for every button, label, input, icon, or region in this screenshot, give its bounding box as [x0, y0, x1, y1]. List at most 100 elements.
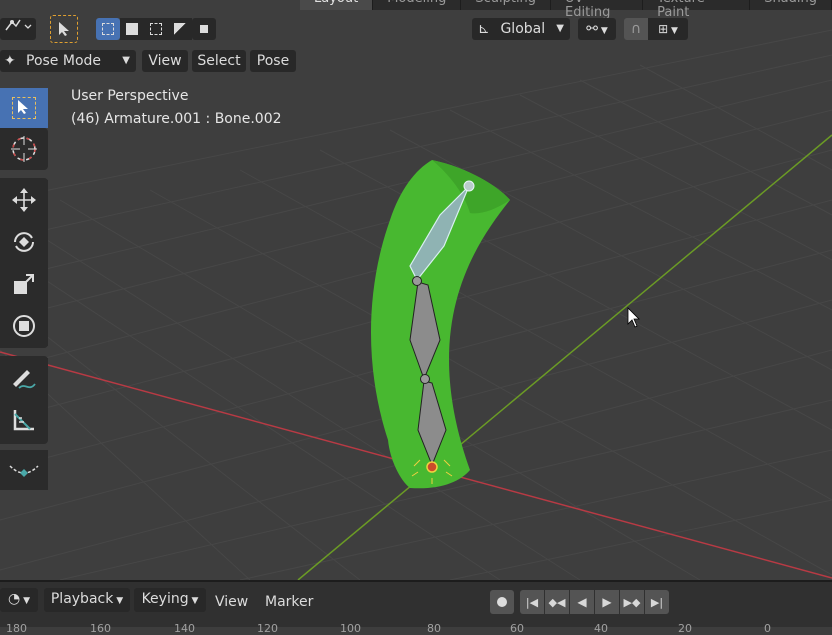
transform-icon — [13, 315, 35, 337]
rotate-icon — [14, 232, 34, 252]
viewport-header-menus: ✦ Pose Mode ▼ View Select Pose — [0, 48, 832, 74]
bone-tools-group — [0, 450, 48, 490]
select-intersect-icon — [200, 25, 208, 33]
jump-to-start-button[interactable]: |◀ — [520, 590, 544, 614]
select-new-icon — [102, 23, 114, 35]
jump-to-end-button[interactable]: ▶| — [645, 590, 669, 614]
chevron-down-icon: ▼ — [113, 596, 124, 606]
mouse-cursor — [627, 307, 640, 328]
timeline-editor: ◔ ▼ Playback ▼ Keying ▼ View Marker |◀ ◆… — [0, 580, 832, 635]
annotate-tools-group — [0, 356, 48, 444]
pose-mode-icon: ✦ — [4, 53, 16, 69]
pivot-icon: ⚯ — [586, 21, 598, 37]
tool-bone-roll[interactable] — [0, 450, 48, 490]
bone-joint[interactable] — [412, 276, 422, 286]
auto-keying-toggle[interactable] — [490, 590, 514, 614]
timeline-editor-type-button[interactable]: ◔ ▼ — [0, 588, 38, 612]
bone-curve-icon — [9, 465, 39, 477]
tab-modeling[interactable]: Modeling — [373, 0, 462, 10]
tool-scale[interactable] — [0, 264, 48, 304]
ruler-label: 80 — [427, 622, 441, 635]
ruler-label: 60 — [510, 622, 524, 635]
mode-label: Pose Mode — [26, 53, 102, 69]
annotate-pencil-icon — [13, 370, 36, 389]
chevron-down-icon: ▼ — [188, 596, 199, 606]
chevron-down-icon: ▼ — [597, 26, 608, 36]
3d-viewport[interactable] — [0, 0, 832, 580]
jump-end-icon: ▶| — [650, 595, 664, 609]
select-box-mode-extend[interactable] — [120, 18, 144, 40]
select-extend-icon — [126, 23, 138, 35]
transform-tools-group — [0, 178, 48, 348]
timeline-menu-view[interactable]: View — [215, 590, 248, 614]
ruler-label: 100 — [340, 622, 361, 635]
editor-type-button[interactable] — [0, 18, 36, 40]
bone-joint[interactable] — [420, 374, 430, 384]
chevron-down-icon: ▼ — [20, 596, 30, 606]
timeline-menu-marker[interactable]: Marker — [265, 590, 313, 614]
ruler-label: 140 — [174, 622, 195, 635]
cursor-icon — [11, 136, 37, 162]
view-name-label: User Perspective — [71, 88, 189, 104]
jump-to-next-keyframe-button[interactable]: ▶◆ — [620, 590, 644, 614]
play-icon: ▶ — [602, 595, 612, 609]
ruler-label: 120 — [257, 622, 278, 635]
tab-shading[interactable]: Shading — [750, 0, 832, 10]
keying-menu[interactable]: Keying ▼ — [134, 588, 206, 612]
tool-select-box[interactable] — [0, 88, 48, 128]
pivot-point-dropdown[interactable]: ⚯ ▼ — [578, 18, 616, 40]
snap-toggle[interactable]: ∩ — [624, 18, 648, 40]
playback-menu[interactable]: Playback ▼ — [44, 588, 130, 612]
snap-target-dropdown[interactable]: ⊞ ▼ — [648, 18, 688, 40]
select-box-mode-invert[interactable] — [168, 18, 192, 40]
prev-keyframe-icon: ◆◀ — [548, 595, 566, 609]
ruler-label: 40 — [594, 622, 608, 635]
select-box-mode-subtract[interactable] — [144, 18, 168, 40]
ruler-label: 160 — [90, 622, 111, 635]
transform-orientation-dropdown[interactable]: ⊾ Global ▼ — [472, 18, 570, 40]
select-mode-tweak-button[interactable] — [50, 15, 78, 43]
ruler-label: 180 — [6, 622, 27, 635]
select-box-mode-intersect[interactable] — [192, 18, 216, 40]
select-subtract-icon — [150, 23, 162, 35]
tool-transform[interactable] — [0, 306, 48, 346]
orientation-icon: ⊾ — [478, 21, 490, 37]
chevron-down-icon: ▼ — [122, 55, 130, 66]
chevron-down-icon: ▼ — [556, 23, 564, 34]
tab-uv-editing[interactable]: UV Editing — [551, 0, 644, 20]
frame-ruler[interactable]: 180 160 140 120 100 80 60 40 20 0 — [0, 622, 832, 635]
playback-label: Playback — [50, 591, 114, 607]
tab-layout[interactable]: Layout — [300, 0, 374, 10]
menu-pose[interactable]: Pose — [250, 50, 296, 72]
scale-icon — [14, 274, 34, 294]
ruler-label: 0 — [764, 622, 771, 635]
jump-to-previous-keyframe-button[interactable]: ◆◀ — [545, 590, 569, 614]
select-box-mode-new[interactable] — [96, 18, 120, 40]
tab-texture-paint[interactable]: Texture Paint — [643, 0, 751, 20]
menu-view[interactable]: View — [142, 50, 188, 72]
select-box-icon — [12, 97, 36, 119]
viewport-canvas[interactable] — [0, 0, 832, 580]
tool-cursor[interactable] — [0, 128, 48, 170]
record-icon — [497, 597, 507, 607]
jump-start-icon: |◀ — [525, 595, 539, 609]
tool-annotate[interactable] — [0, 358, 48, 398]
bone-tail-joint[interactable] — [463, 180, 475, 192]
tool-measure[interactable] — [0, 400, 48, 440]
select-invert-icon — [174, 23, 186, 35]
magnet-icon: ∩ — [630, 21, 642, 37]
tool-rotate[interactable] — [0, 222, 48, 262]
play-reverse-icon: ◀ — [577, 595, 587, 609]
clock-icon: ◔ — [7, 591, 21, 607]
play-button[interactable]: ▶ — [595, 590, 619, 614]
play-reverse-button[interactable]: ◀ — [570, 590, 594, 614]
move-icon — [12, 188, 36, 212]
active-object-label: (46) Armature.001 : Bone.002 — [71, 111, 282, 127]
menu-select[interactable]: Select — [192, 50, 246, 72]
orientation-value: Global — [500, 21, 546, 37]
chevron-down-icon: ▼ — [668, 26, 678, 36]
mode-dropdown[interactable]: ✦ Pose Mode ▼ — [0, 50, 136, 72]
tool-move[interactable] — [0, 180, 48, 220]
snap-increment-icon: ⊞ — [658, 22, 669, 36]
tab-sculpting[interactable]: Sculpting — [461, 0, 552, 10]
